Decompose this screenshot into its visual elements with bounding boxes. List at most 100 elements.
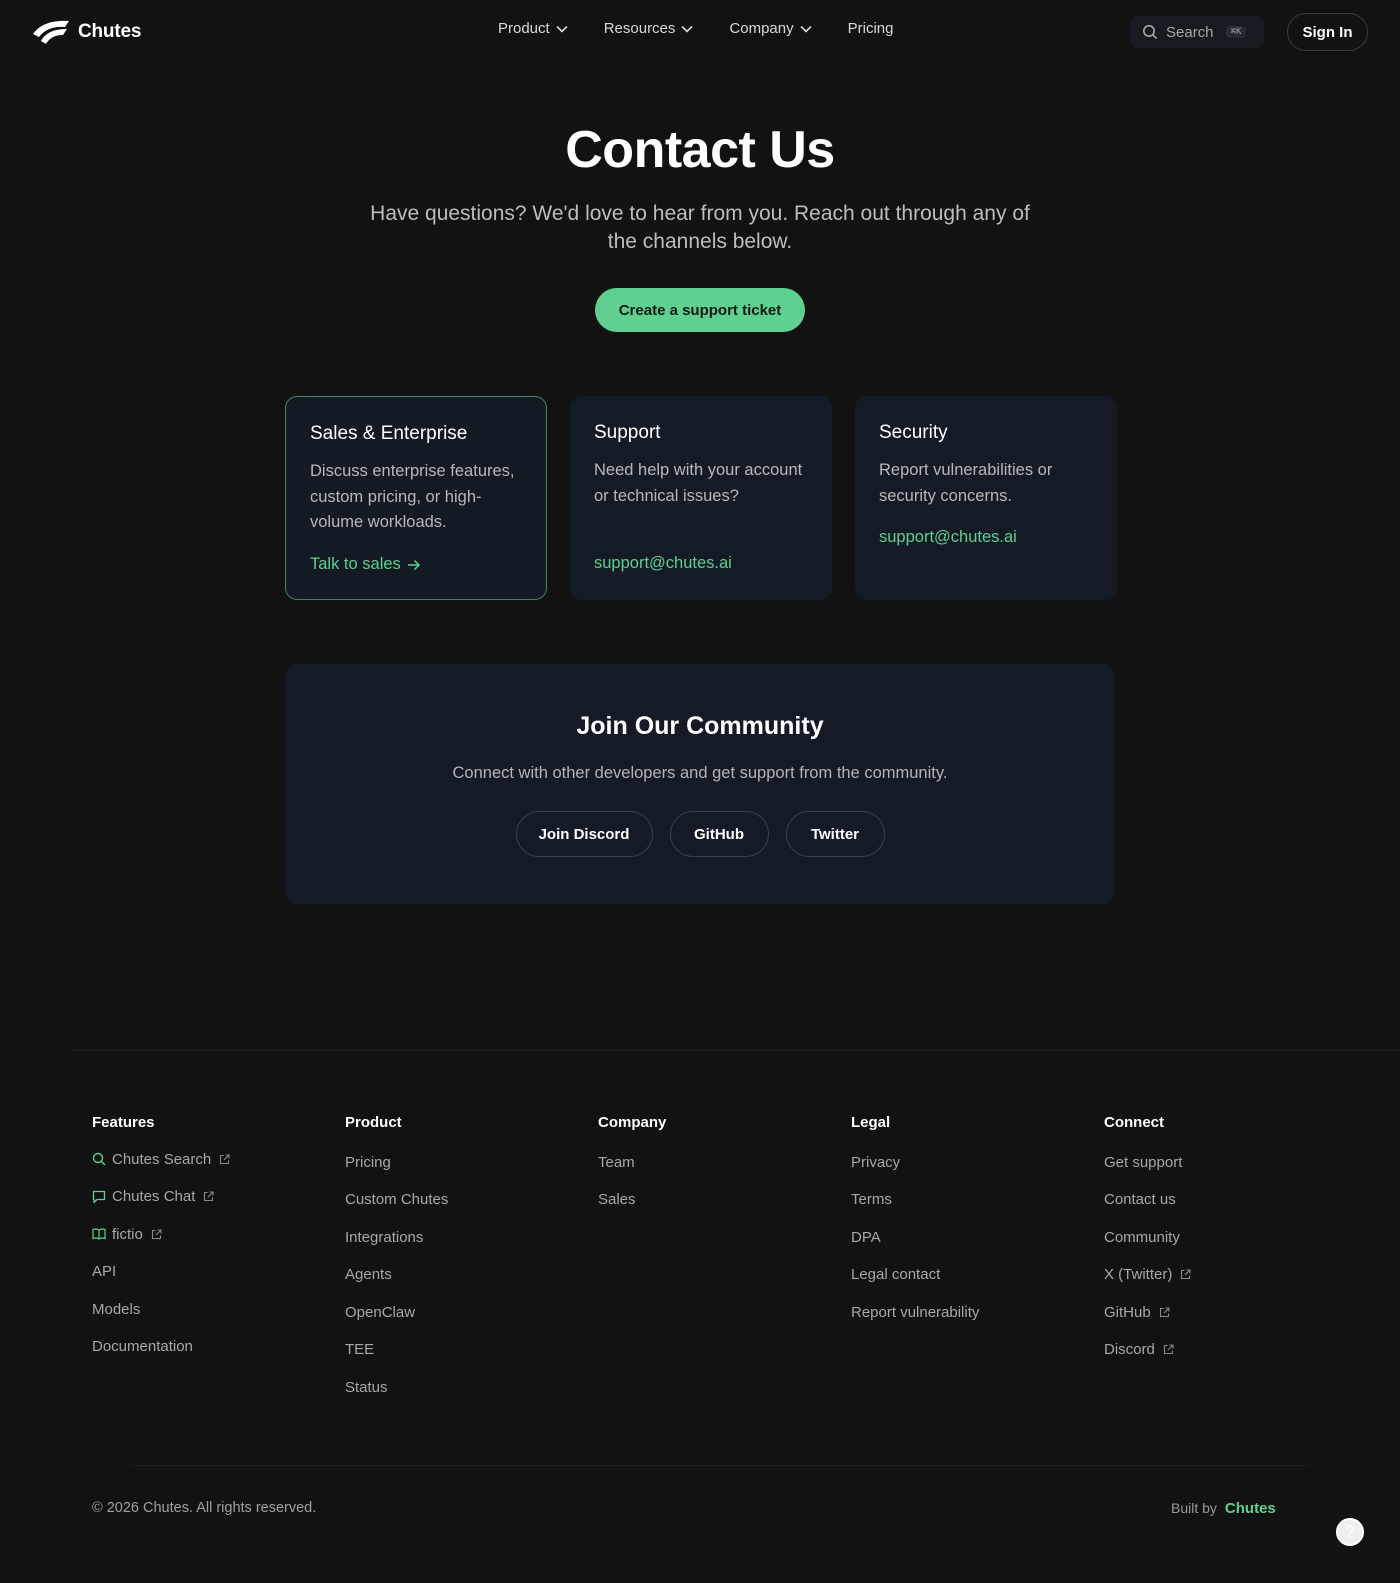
nav-resources[interactable]: Resources — [604, 20, 694, 37]
community-buttons: Join Discord GitHub Twitter — [285, 811, 1115, 857]
footer-link-contact-us[interactable]: Contact us — [1104, 1191, 1334, 1209]
main-nav: Product Resources Company Pricing — [498, 20, 929, 37]
footer-column-legal: Legal Privacy Terms DPA Legal contact Re… — [851, 1114, 1081, 1341]
search-button[interactable]: Search ⌘K — [1130, 16, 1264, 48]
footer-link-documentation[interactable]: Documentation — [92, 1338, 322, 1356]
footer-link-agents[interactable]: Agents — [345, 1266, 575, 1284]
card-sales-enterprise: Sales & Enterprise Discuss enterprise fe… — [285, 396, 547, 600]
footer-column-title: Connect — [1104, 1114, 1164, 1131]
footer-link-label: GitHub — [1104, 1303, 1151, 1321]
footer-link-label: Discord — [1104, 1341, 1155, 1358]
footer-link-status[interactable]: Status — [345, 1378, 575, 1396]
nav-product[interactable]: Product — [498, 20, 568, 37]
footer-link-community[interactable]: Community — [1104, 1228, 1334, 1246]
nav-label: Resources — [603, 20, 676, 37]
book-icon — [92, 1228, 106, 1240]
footer-link-dpa[interactable]: DPA — [851, 1228, 1081, 1246]
brand-name: Chutes — [78, 21, 142, 42]
footer-link-fictio[interactable]: fictio — [92, 1225, 322, 1243]
chevron-down-icon — [681, 25, 693, 33]
footer-link-label: X (Twitter) — [1104, 1266, 1173, 1283]
link-label: Talk to sales — [310, 555, 401, 573]
built-by-label: Built by — [1171, 1500, 1217, 1516]
card-description: Report vulnerabilities or security conce… — [879, 461, 1053, 505]
talk-to-sales-link[interactable]: Talk to sales — [310, 555, 421, 574]
footer-column-company: Company Team Sales — [598, 1114, 828, 1228]
chevron-down-icon — [556, 25, 568, 33]
footer-link-report-vulnerability[interactable]: Report vulnerability — [851, 1303, 1081, 1321]
footer-link-custom-chutes[interactable]: Custom Chutes — [345, 1191, 575, 1209]
external-link-icon — [1163, 1344, 1174, 1355]
footer-link-tee[interactable]: TEE — [345, 1341, 575, 1359]
footer-divider — [70, 1050, 1400, 1051]
nav-company[interactable]: Company — [729, 20, 812, 37]
search-icon — [1143, 25, 1158, 40]
card-title: Sales & Enterprise — [310, 423, 468, 444]
copyright-text: © 2026 Chutes. All rights reserved. — [92, 1500, 317, 1516]
footer-link-pricing[interactable]: Pricing — [345, 1153, 575, 1171]
footer-link-terms[interactable]: Terms — [851, 1191, 1081, 1209]
link-label: support@chutes.ai — [594, 554, 732, 572]
brand-logo[interactable]: Chutes — [32, 19, 141, 45]
footer-column-title: Legal — [851, 1114, 891, 1131]
footer-column-features: Features Chutes Search Chutes Chat ficti… — [92, 1114, 322, 1375]
search-label: Search — [1166, 23, 1214, 41]
footer-link-legal-contact[interactable]: Legal contact — [851, 1266, 1081, 1284]
card-description: Discuss enterprise features, custom pric… — [310, 462, 515, 531]
footer-link-get-support[interactable]: Get support — [1104, 1153, 1334, 1171]
site-header: Chutes Product Resources Company Pricing… — [0, 0, 1400, 64]
page-subtitle: Have questions? We'd love to hear from y… — [370, 202, 1030, 253]
footer-link-api[interactable]: API — [92, 1263, 322, 1281]
external-link-icon — [1159, 1306, 1170, 1317]
join-discord-button[interactable]: Join Discord — [515, 811, 653, 857]
footer-link-team[interactable]: Team — [598, 1153, 828, 1171]
github-button[interactable]: GitHub — [669, 811, 769, 857]
external-link-icon — [1181, 1269, 1191, 1280]
nav-label: Company — [729, 20, 794, 37]
card-description: Need help with your account or technical… — [594, 461, 803, 505]
card-title: Security — [879, 422, 948, 443]
footer-link-sales[interactable]: Sales — [598, 1191, 828, 1209]
card-title: Support — [594, 422, 661, 443]
built-by-brand-link[interactable]: Chutes — [1225, 1500, 1276, 1517]
footer-link-chutes-search[interactable]: Chutes Search — [92, 1150, 322, 1168]
footer-column-title: Features — [92, 1114, 155, 1131]
footer-link-chutes-chat[interactable]: Chutes Chat — [92, 1188, 322, 1206]
arrow-right-icon — [407, 559, 420, 570]
external-link-icon — [151, 1228, 162, 1239]
footer-link-privacy[interactable]: Privacy — [851, 1153, 1081, 1171]
link-label: support@chutes.ai — [879, 528, 1017, 546]
footer-bottom-divider — [130, 1465, 1310, 1466]
footer-link-openclaw[interactable]: OpenClaw — [345, 1303, 575, 1321]
footer-link-label: fictio — [112, 1225, 143, 1243]
nav-pricing[interactable]: Pricing — [848, 20, 894, 37]
community-section: Join Our Community Connect with other de… — [285, 664, 1115, 904]
security-email-link[interactable]: support@chutes.ai — [879, 528, 1017, 547]
footer-link-models[interactable]: Models — [92, 1300, 322, 1318]
footer-column-product: Product Pricing Custom Chutes Integratio… — [345, 1114, 575, 1416]
help-button[interactable]: ? — [1336, 1518, 1364, 1546]
footer-column-connect: Connect Get support Contact us Community… — [1104, 1114, 1334, 1378]
footer-column-title: Product — [345, 1114, 402, 1131]
nav-label: Product — [498, 20, 550, 37]
chat-icon — [92, 1190, 106, 1203]
search-icon — [92, 1152, 106, 1166]
support-email-link[interactable]: support@chutes.ai — [594, 554, 732, 573]
sign-in-button[interactable]: Sign In — [1287, 13, 1368, 51]
community-subtitle: Connect with other developers and get su… — [452, 764, 948, 782]
card-support: Support Need help with your account or t… — [570, 396, 832, 600]
footer-link-x-twitter[interactable]: X (Twitter) — [1104, 1266, 1334, 1284]
footer-link-discord[interactable]: Discord — [1104, 1341, 1334, 1359]
footer-column-title: Company — [598, 1114, 667, 1131]
footer-link-integrations[interactable]: Integrations — [345, 1228, 575, 1246]
twitter-button[interactable]: Twitter — [785, 811, 885, 857]
built-by: Built by Chutes — [1171, 1500, 1276, 1517]
question-mark-icon: ? — [1345, 1522, 1355, 1541]
search-shortcut: ⌘K — [1225, 26, 1247, 38]
page-title: Contact Us — [565, 121, 835, 179]
nav-label: Pricing — [847, 20, 894, 37]
create-ticket-button[interactable]: Create a support ticket — [595, 288, 805, 332]
footer-link-github[interactable]: GitHub — [1104, 1303, 1334, 1321]
external-link-icon — [204, 1191, 214, 1202]
footer-link-label: Chutes Search — [112, 1150, 212, 1168]
